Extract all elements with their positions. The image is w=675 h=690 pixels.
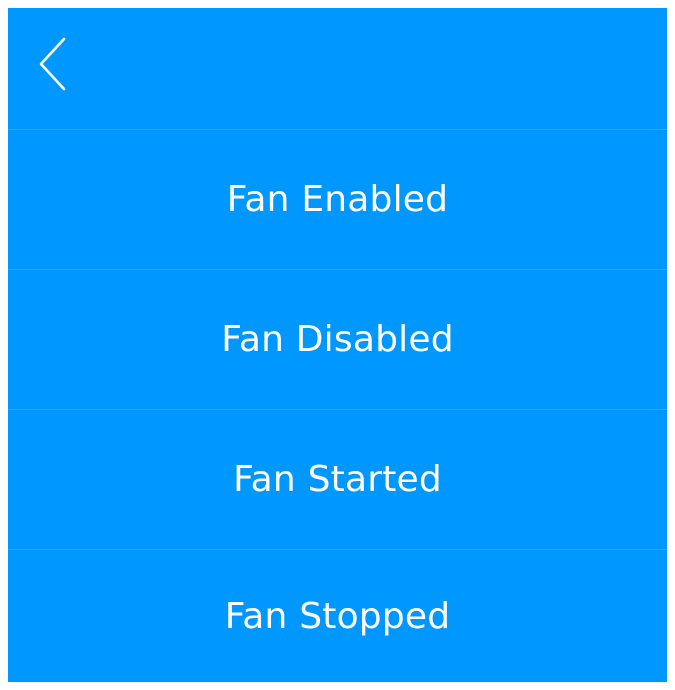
fan-enabled-label: Fan Enabled [226,179,449,220]
fan-disabled-item[interactable]: Fan Disabled [8,270,667,410]
fan-option-list: Fan Enabled Fan Disabled Fan Started Fan… [8,130,667,682]
back-button[interactable] [30,34,74,94]
fan-stopped-item[interactable]: Fan Stopped [8,550,667,682]
fan-stopped-label: Fan Stopped [224,595,451,637]
header-bar [8,8,667,130]
fan-control-panel: Fan Enabled Fan Disabled Fan Started Fan… [8,8,667,682]
fan-enabled-item[interactable]: Fan Enabled [8,130,667,270]
fan-started-item[interactable]: Fan Started [8,410,667,550]
fan-started-label: Fan Started [233,459,442,500]
chevron-left-icon [39,37,66,91]
fan-disabled-label: Fan Disabled [221,319,454,360]
